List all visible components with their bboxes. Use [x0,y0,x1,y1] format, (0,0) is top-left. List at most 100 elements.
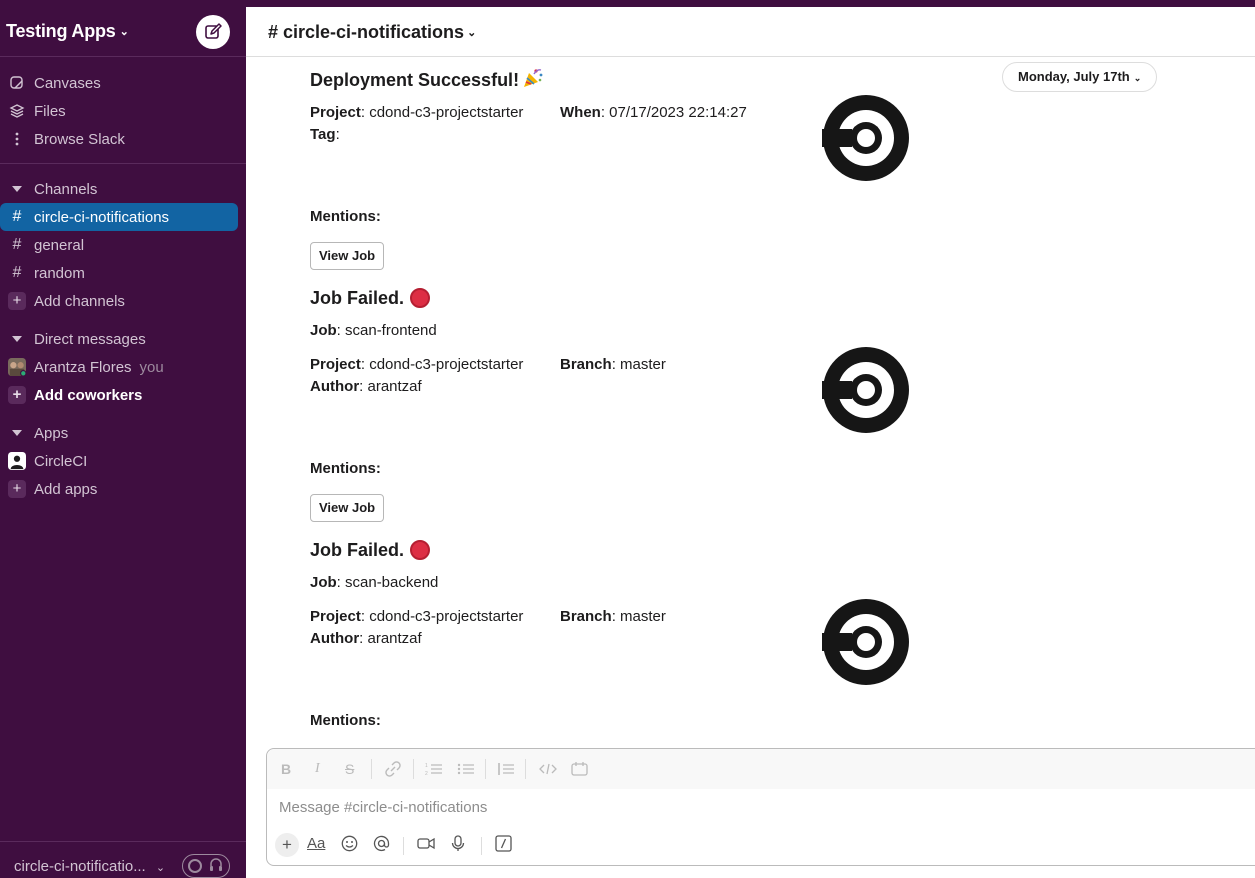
add-channels-button[interactable]: + Add channels [0,287,246,315]
video-icon[interactable] [417,835,435,856]
channel-label: random [34,264,85,282]
project-field: Project: cdond-c3-projectstarter [310,356,523,373]
when-field: When: 07/17/2023 22:14:27 [560,104,747,121]
field-value: : [335,126,340,143]
project-field: Project: cdond-c3-projectstarter [310,608,523,625]
author-field: Author: arantzaf [310,630,422,647]
field-value: : 07/17/2023 22:14:27 [600,104,747,121]
headphones-icon [209,857,223,876]
code-icon[interactable] [539,761,557,780]
message-input[interactable]: Message #circle-ci-notifications [279,799,487,816]
app-avatar-icon [8,452,26,470]
sidebar-item-circle-ci-notifications[interactable]: # circle-ci-notifications [0,203,238,231]
message-title: Deployment Successful! [310,68,1210,92]
message-job-failed-backend: Job Failed. Job: scan-backend Project: c… [310,538,1210,748]
slash-command-icon[interactable] [495,835,512,856]
mentions-field: Mentions: [310,460,381,477]
field-value: : arantzaf [359,378,422,395]
mentions-field: Mentions: [310,208,381,225]
dm-section-header[interactable]: Direct messages [0,325,246,353]
chevron-down-icon: ⌄ [119,26,129,38]
sidebar-footer: circle-ci-notificatio... ⌄ [0,841,246,878]
avatar [8,358,26,377]
sidebar-item-browse-slack[interactable]: Browse Slack [0,125,246,153]
field-label: Mentions: [310,460,381,477]
link-icon[interactable] [385,761,401,780]
sidebar-item-circleci[interactable]: CircleCI [0,447,246,475]
add-coworkers-button[interactable]: + Add coworkers [0,381,246,409]
field-label: Tag [310,126,336,143]
emoji-icon[interactable] [341,835,358,856]
toolbar-divider [403,837,404,855]
compose-icon [205,23,222,39]
apps-section-header[interactable]: Apps [0,419,246,447]
channel-header: # circle-ci-notifications ⌄ [246,7,1255,57]
sidebar-item-label: Files [34,102,66,120]
sidebar-item-files[interactable]: Files [0,97,246,125]
ordered-list-icon[interactable]: 12 [425,761,443,780]
sidebar-item-random[interactable]: # random [0,259,246,287]
add-apps-button[interactable]: + Add apps [0,475,246,503]
field-label: Project [310,608,361,625]
composer-tools: + Aa [267,833,667,859]
text-format-button[interactable]: Aa [307,835,325,852]
sidebar-top-list: Canvases Files Browse Slack Channels # c… [0,69,246,503]
channel-title: # circle-ci-notifications [268,22,465,42]
field-label: Author [310,378,360,395]
add-apps-label: Add apps [34,480,98,498]
mention-icon[interactable] [373,835,390,856]
svg-text:1: 1 [425,763,428,769]
message-deployment-successful: Deployment Successful! Project: cdond-c3… [310,68,1210,278]
mentions-field: Mentions: [310,712,381,729]
microphone-icon[interactable] [451,835,465,856]
party-popper-icon [522,67,544,94]
channel-title-button[interactable]: # circle-ci-notifications ⌄ [268,22,476,43]
field-value: : cdond-c3-projectstarter [360,356,524,373]
toolbar-divider [481,837,482,855]
add-channels-label: Add channels [34,292,125,310]
block-quote-icon[interactable] [497,761,515,780]
compose-button[interactable] [196,15,230,49]
hash-icon: # [12,208,22,225]
caret-down-icon [8,331,26,347]
sidebar-item-dm-arantza[interactable]: Arantza Flores you [0,353,246,381]
sidebar-item-canvases[interactable]: Canvases [0,69,246,97]
channel-label: general [34,236,85,254]
bold-icon[interactable]: B [281,761,291,777]
message-title: Job Failed. [310,286,1210,310]
formatting-toolbar: B I S 12 [267,749,1255,789]
workspace-name-button[interactable]: Testing Apps ⌄ [6,21,129,42]
code-block-icon[interactable] [571,761,589,780]
bulleted-list-icon[interactable] [457,761,475,780]
field-label: Project [310,356,361,373]
sidebar-item-general[interactable]: # general [0,231,246,259]
strikethrough-icon[interactable]: S [345,761,354,777]
field-value: : master [611,356,666,373]
hash-icon: # [12,264,22,281]
field-label: Branch [560,608,612,625]
field-value: : scan-backend [336,574,439,591]
toolbar-divider [485,759,486,779]
circleci-logo-icon [822,599,909,685]
italic-icon[interactable]: I [315,761,320,777]
project-field: Project: cdond-c3-projectstarter [310,104,523,121]
view-job-button[interactable]: View Job [310,242,385,270]
field-label: Author [310,630,360,647]
circleci-logo-icon [822,347,909,433]
plus-icon[interactable]: + [275,833,299,857]
huddle-toggle[interactable] [182,854,230,878]
field-value: : cdond-c3-projectstarter [360,104,524,121]
channel-label: circle-ci-notifications [34,208,170,226]
sidebar-item-label: Canvases [34,74,101,92]
channels-section-header[interactable]: Channels [0,175,246,203]
view-job-button[interactable]: View Job [310,494,385,522]
status-channel-switcher[interactable]: circle-ci-notificatio... ⌄ [14,858,165,875]
canvas-icon [8,75,26,91]
hash-icon: # [12,236,22,253]
red-circle-icon [410,540,431,560]
toolbar-divider [413,759,414,779]
message-list: Monday, July 17th ⌄ Deployment Successful… [246,58,1255,748]
field-value: : master [611,608,666,625]
